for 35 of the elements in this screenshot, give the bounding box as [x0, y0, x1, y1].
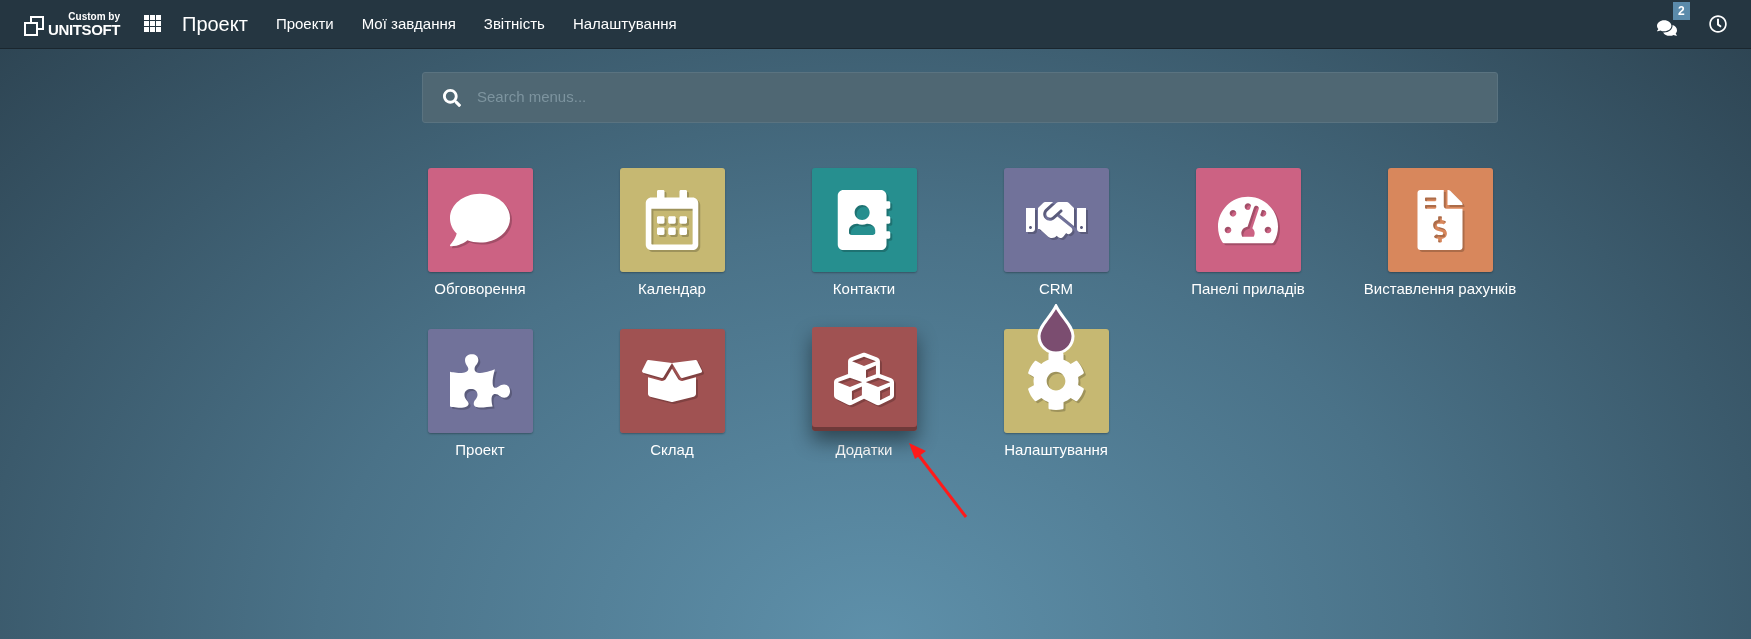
app-grid-icon[interactable]	[144, 15, 162, 33]
overlapping-squares-icon	[24, 15, 44, 36]
app-label: Виставлення рахунків	[1363, 279, 1517, 299]
app-tile[interactable]	[427, 168, 533, 272]
menu-item[interactable]: Налаштування	[572, 12, 677, 36]
search-icon	[443, 88, 461, 107]
logo-name: UNITSOFT	[48, 21, 120, 37]
app-tile[interactable]	[811, 168, 917, 272]
app-label: Панелі приладів	[1191, 279, 1305, 299]
app-label: CRM	[1038, 279, 1074, 299]
chat-icon[interactable]	[1657, 18, 1677, 38]
app-label: Склад	[650, 439, 694, 460]
app-label: Додатки	[835, 439, 893, 460]
company-logo[interactable]: Custom by UNITSOFT	[24, 11, 120, 37]
app-tile[interactable]	[427, 328, 533, 433]
menu-item[interactable]: Проекти	[275, 12, 334, 36]
app-tile[interactable]	[619, 328, 725, 433]
menu-item[interactable]: Мої завдання	[361, 12, 456, 36]
app-tile[interactable]	[619, 168, 725, 272]
app-label: Налаштування	[1004, 439, 1108, 460]
clock-icon[interactable]	[1709, 15, 1727, 33]
settings-icon	[1026, 350, 1086, 411]
app-label: Контакти	[832, 279, 896, 299]
app-tile[interactable]	[1003, 328, 1109, 433]
app-tile[interactable]	[1195, 168, 1301, 272]
app-label: Проект	[455, 439, 505, 460]
app-title: Проект	[182, 12, 248, 37]
chat-count: 2	[1673, 2, 1690, 20]
logo-tagline: Custom by	[68, 11, 120, 22]
app-tile[interactable]	[1003, 168, 1109, 272]
app-tile[interactable]	[811, 326, 917, 431]
app-label: Календар	[638, 279, 706, 299]
app-label: Обговорення	[434, 279, 526, 299]
menu-item[interactable]: Звітність	[483, 12, 545, 36]
app-tile[interactable]	[1387, 168, 1493, 272]
